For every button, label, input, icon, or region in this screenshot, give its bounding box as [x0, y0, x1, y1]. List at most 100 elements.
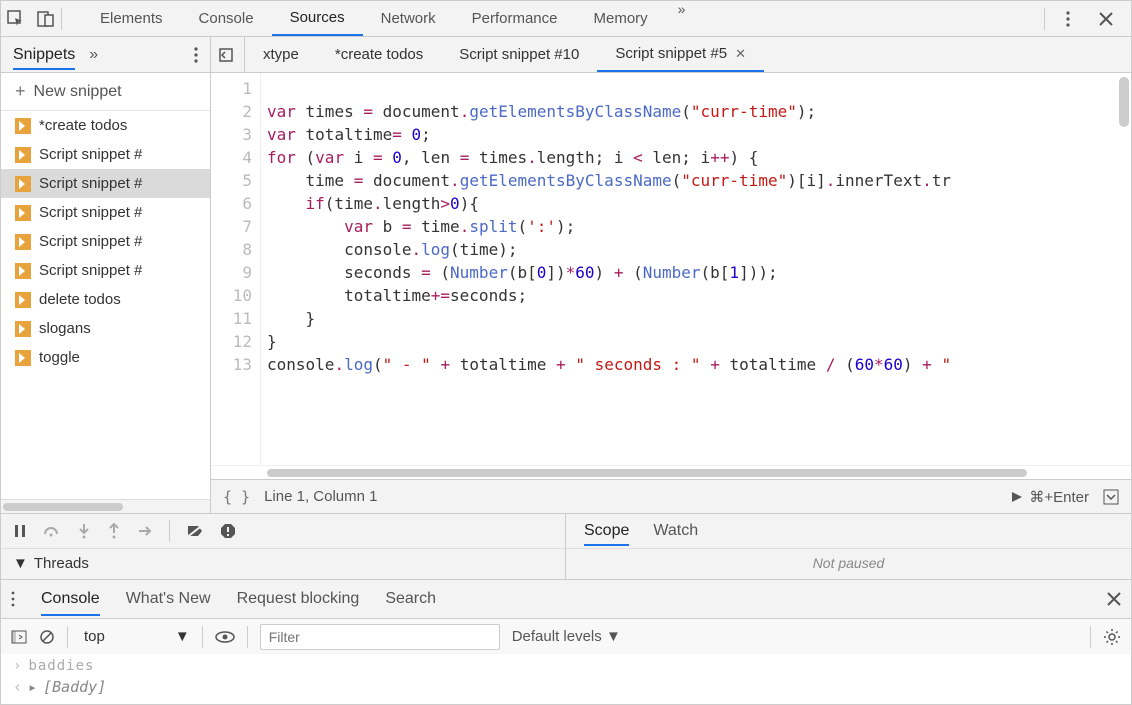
tab-elements[interactable]: Elements — [82, 1, 181, 36]
step-into-icon[interactable] — [77, 523, 91, 539]
snippet-file-icon — [15, 292, 31, 308]
snippet-item-label: *create todos — [39, 117, 127, 134]
close-tab-icon[interactable]: ✕ — [735, 46, 746, 62]
editor-vscroll[interactable] — [1119, 77, 1129, 127]
divider — [202, 626, 203, 648]
snippet-file-icon — [15, 176, 31, 192]
device-toolbar-icon[interactable] — [31, 1, 61, 37]
tab-console[interactable]: Console — [181, 1, 272, 36]
navigator-tabs-overflow[interactable]: » — [89, 46, 98, 64]
file-tab[interactable]: *create todos — [317, 37, 441, 72]
step-over-icon[interactable] — [43, 524, 61, 538]
console-toolbar: top ▼ Default levels ▼ — [1, 618, 1131, 654]
tab-watch[interactable]: Watch — [653, 522, 698, 540]
snippet-item[interactable]: Script snippet # — [1, 227, 210, 256]
context-label: top — [84, 628, 105, 645]
drawer-tab-request-blocking[interactable]: Request blocking — [237, 590, 360, 608]
console-line: ▸ [Baddy] — [13, 676, 1119, 698]
snippet-item-label: delete todos — [39, 291, 121, 308]
snippet-item[interactable]: Script snippet # — [1, 256, 210, 285]
snippet-item-label: Script snippet # — [39, 204, 142, 221]
step-icon[interactable] — [137, 524, 153, 538]
file-tab[interactable]: Script snippet #10 — [441, 37, 597, 72]
snippet-file-icon — [15, 263, 31, 279]
tab-network[interactable]: Network — [363, 1, 454, 36]
sources-panel: Snippets » + New snippet *create todos Sc… — [1, 37, 1131, 513]
snippet-item[interactable]: delete todos — [1, 285, 210, 314]
console-output[interactable]: ›baddies ▸ [Baddy] — [1, 654, 1131, 704]
kebab-menu-icon[interactable] — [1053, 1, 1083, 37]
editor-status-bar: { } Line 1, Column 1 ⌘+Enter — [211, 479, 1131, 513]
file-nav-icon[interactable] — [211, 37, 245, 73]
editor-hscroll[interactable] — [211, 465, 1131, 479]
console-settings-icon[interactable] — [1103, 628, 1121, 646]
devtools-topbar: Elements Console Sources Network Perform… — [1, 1, 1131, 37]
snippet-list: *create todos Script snippet # Script snip… — [1, 111, 210, 499]
run-snippet-button[interactable]: ⌘+Enter — [1011, 488, 1089, 506]
snippet-item-label: toggle — [39, 349, 80, 366]
file-tab-label: Script snippet #10 — [459, 46, 579, 63]
threads-section[interactable]: ▼ Threads — [1, 548, 565, 578]
drawer-tab-whatsnew[interactable]: What's New — [126, 590, 211, 608]
inspect-element-icon[interactable] — [1, 1, 31, 37]
navigator-kebab-icon[interactable] — [194, 47, 198, 63]
drawer-kebab-icon[interactable] — [11, 591, 15, 607]
snippet-file-icon — [15, 350, 31, 366]
navigator-sidebar: Snippets » + New snippet *create todos Sc… — [1, 37, 211, 513]
live-expression-icon[interactable] — [215, 630, 235, 644]
divider — [247, 626, 248, 648]
tab-performance[interactable]: Performance — [454, 1, 576, 36]
snippet-item[interactable]: slogans — [1, 314, 210, 343]
context-selector[interactable]: top ▼ — [80, 628, 190, 645]
code-content[interactable]: var times = document.getElementsByClassN… — [261, 73, 1131, 465]
dropdown-triangle-icon: ▼ — [606, 628, 621, 645]
divider — [1044, 8, 1045, 30]
tab-sources[interactable]: Sources — [272, 1, 363, 36]
scope-watch-tabs: Scope Watch — [566, 514, 1131, 548]
drawer-tab-console[interactable]: Console — [41, 590, 100, 616]
debugger-left: ▼ Threads — [1, 514, 566, 579]
tab-memory[interactable]: Memory — [576, 1, 666, 36]
file-tab-label: xtype — [263, 46, 299, 63]
console-line: ›baddies — [13, 656, 1119, 676]
threads-label: Threads — [34, 555, 89, 572]
levels-label: Default levels — [512, 628, 602, 645]
snippet-item[interactable]: Script snippet # — [1, 198, 210, 227]
dropdown-triangle-icon: ▼ — [175, 628, 190, 645]
console-sidebar-toggle-icon[interactable] — [11, 630, 27, 644]
log-levels-selector[interactable]: Default levels ▼ — [512, 628, 621, 645]
snippet-item[interactable]: Script snippet # — [1, 140, 210, 169]
pause-icon[interactable] — [13, 524, 27, 538]
deactivate-breakpoints-icon[interactable] — [186, 524, 204, 538]
snippet-item[interactable]: *create todos — [1, 111, 210, 140]
pretty-print-icon[interactable]: { } — [223, 488, 250, 506]
snippet-item-label: Script snippet # — [39, 146, 142, 163]
snippet-file-icon — [15, 234, 31, 250]
sidebar-hscroll[interactable] — [1, 499, 210, 513]
plus-icon: + — [15, 81, 26, 102]
clear-console-icon[interactable] — [39, 629, 55, 645]
expand-triangle-icon[interactable]: ▸ — [28, 678, 37, 696]
step-out-icon[interactable] — [107, 523, 121, 539]
navigator-tab-snippets[interactable]: Snippets — [13, 46, 75, 70]
close-drawer-icon[interactable] — [1107, 592, 1121, 606]
file-tab[interactable]: xtype — [245, 37, 317, 72]
not-paused-message: Not paused — [566, 548, 1131, 577]
editor-menu-icon[interactable] — [1103, 489, 1119, 505]
file-tabs: xtype *create todos Script snippet #10 Scri… — [211, 37, 1131, 73]
console-filter-input[interactable] — [260, 624, 500, 650]
editor-column: xtype *create todos Script snippet #10 Scri… — [211, 37, 1131, 513]
drawer-tab-search[interactable]: Search — [385, 590, 436, 608]
pause-on-exceptions-icon[interactable] — [220, 523, 236, 539]
tabs-overflow[interactable]: » — [666, 1, 698, 36]
close-devtools-icon[interactable] — [1091, 1, 1121, 37]
snippet-item-label: Script snippet # — [39, 233, 142, 250]
snippet-item-label: slogans — [39, 320, 91, 337]
navigator-tabs: Snippets » — [1, 37, 210, 73]
snippet-item[interactable]: Script snippet # — [1, 169, 210, 198]
new-snippet-button[interactable]: + New snippet — [1, 73, 210, 111]
file-tab[interactable]: Script snippet #5✕ — [597, 37, 764, 72]
code-editor[interactable]: 12345678910111213 var times = document.g… — [211, 73, 1131, 465]
tab-scope[interactable]: Scope — [584, 522, 629, 546]
snippet-item[interactable]: toggle — [1, 343, 210, 372]
